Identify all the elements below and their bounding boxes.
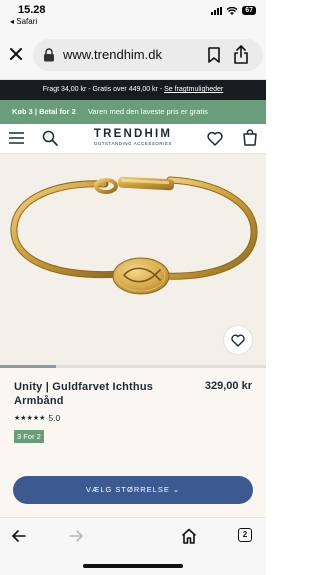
browser-url-row: www.trendhim.dk [0, 30, 266, 80]
select-size-button[interactable]: VÆLG STØRRELSE ⌄ [13, 476, 253, 504]
home-icon[interactable] [181, 528, 197, 544]
bookmark-icon[interactable] [207, 47, 221, 63]
battery-icon: 67 [242, 6, 256, 15]
shopping-bag-icon[interactable] [243, 129, 257, 146]
shipping-options-link[interactable]: Se fragtmuligheder [164, 86, 223, 93]
product-price: 329,00 kr [204, 380, 252, 392]
logo-tagline: OUTSTANDING ACCESSORIES [93, 141, 173, 146]
promo-banner[interactable]: Køb 3 | Betal for 2 Varen med den lavest… [0, 100, 266, 124]
product-image-gallery[interactable] [0, 154, 266, 368]
shipping-text: Fragt 34,00 kr - Gratis over 449,00 kr - [42, 86, 165, 93]
cta-bar: VÆLG STØRRELSE ⌄ [0, 468, 266, 518]
status-time: 15.28 [18, 4, 46, 16]
product-rating[interactable]: ★★★★★ 5.0 [14, 413, 60, 423]
wishlist-heart-icon[interactable] [207, 131, 223, 146]
address-bar[interactable]: www.trendhim.dk [33, 39, 263, 71]
forward-arrow-icon[interactable] [69, 530, 83, 542]
back-arrow-icon[interactable] [12, 530, 26, 542]
rating-value: 5.0 [48, 413, 61, 423]
close-icon[interactable] [8, 46, 24, 62]
signal-icon [211, 6, 223, 15]
status-bar: 15.28 ◂ Safari 67 [0, 0, 266, 30]
browser-toolbar: 2 [0, 518, 266, 575]
promo-badge: 3 For 2 [14, 430, 44, 443]
chevron-down-icon: ⌄ [172, 485, 181, 494]
home-indicator [83, 564, 183, 568]
url-text: www.trendhim.dk [63, 47, 162, 62]
site-logo[interactable]: TRENDHIM OUTSTANDING ACCESSORIES [0, 128, 266, 146]
back-to-safari-link[interactable]: ◂ Safari [10, 17, 37, 26]
shipping-banner: Fragt 34,00 kr - Gratis over 449,00 kr -… [0, 80, 266, 100]
promo-title: Køb 3 | Betal for 2 [12, 107, 76, 116]
rating-stars-icon: ★★★★★ [14, 415, 46, 422]
select-size-label: VÆLG STØRRELSE [85, 485, 170, 494]
add-to-wishlist-button[interactable] [224, 326, 252, 354]
product-info: Unity | Guldfarvet Ichthus Armbånd 329,0… [0, 368, 266, 468]
product-title: Unity | Guldfarvet Ichthus Armbånd [14, 381, 154, 407]
site-header: TRENDHIM OUTSTANDING ACCESSORIES [0, 124, 266, 154]
tabs-count-icon[interactable]: 2 [238, 528, 252, 542]
promo-text: Varen med den laveste pris er gratis [87, 107, 208, 116]
heart-icon [231, 334, 245, 347]
share-icon[interactable] [233, 45, 249, 64]
lock-icon [44, 48, 54, 62]
status-indicators: 67 [211, 6, 256, 15]
wifi-icon [226, 6, 238, 15]
logo-brand: TRENDHIM [93, 128, 173, 140]
